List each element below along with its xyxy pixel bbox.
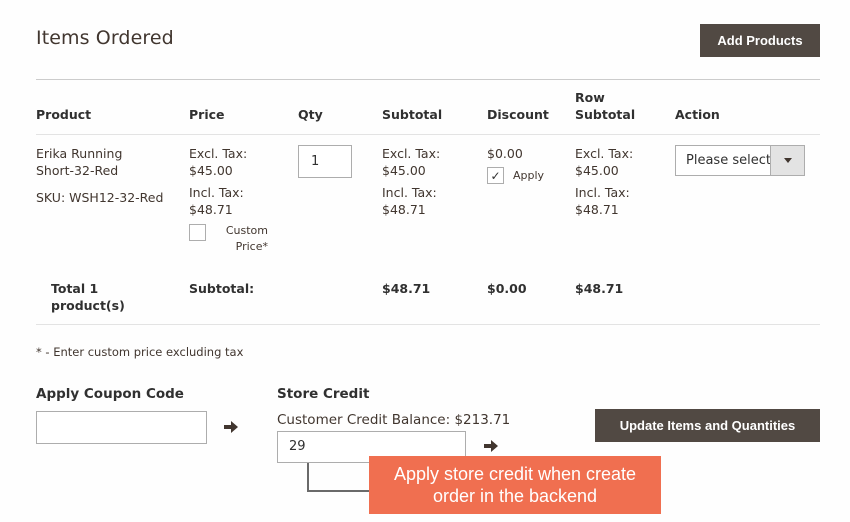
apply-credit-arrow-icon[interactable]: [484, 440, 498, 452]
product-name-line1: Erika Running: [36, 146, 123, 161]
discount-apply-checkbox[interactable]: ✓: [487, 167, 504, 184]
row-incl-label: Incl. Tax:: [575, 185, 630, 200]
subtotal-excl-value: $45.00: [382, 163, 426, 178]
row-excl-value: $45.00: [575, 163, 619, 178]
column-header-row-subtotal-line2: Subtotal: [575, 107, 636, 122]
total-products-line1: Total 1: [51, 281, 99, 296]
coupon-label: Apply Coupon Code: [36, 386, 184, 402]
column-header-row-subtotal-line1: Row: [575, 90, 605, 105]
subtotal-excl-label: Excl. Tax:: [382, 146, 441, 161]
total-products-line2: product(s): [51, 298, 125, 313]
price-incl-value: $48.71: [189, 202, 233, 217]
row-excl-label: Excl. Tax:: [575, 146, 634, 161]
row-subtotal-excl-tax: Excl. Tax: $45.00: [575, 145, 633, 179]
coupon-input[interactable]: [36, 411, 207, 444]
custom-price-label-line1: Custom: [225, 224, 268, 237]
row-subtotal-incl-tax: Incl. Tax: $48.71: [575, 184, 630, 218]
select-toggle[interactable]: [770, 146, 804, 175]
custom-price-checkbox[interactable]: [189, 224, 206, 241]
discount-apply-label: Apply: [513, 169, 545, 182]
column-header-subtotal: Subtotal: [382, 107, 443, 122]
price-incl-label: Incl. Tax:: [189, 185, 244, 200]
subtotal-incl-tax: Incl. Tax: $48.71: [382, 184, 437, 218]
add-products-button[interactable]: Add Products: [700, 24, 820, 57]
row-incl-value: $48.71: [575, 202, 619, 217]
footer-subtotal-label: Subtotal:: [189, 281, 255, 296]
subtotal-incl-label: Incl. Tax:: [382, 185, 437, 200]
footer-discount-value: $0.00: [487, 281, 527, 296]
price-excl-tax: Excl. Tax: $45.00: [189, 145, 247, 179]
product-name: Erika Running Short-32-Red: [36, 145, 122, 179]
action-select[interactable]: Please select: [675, 145, 805, 176]
subtotal-incl-value: $48.71: [382, 202, 426, 217]
apply-coupon-arrow-icon[interactable]: [224, 421, 238, 433]
footer-row-subtotal-value: $48.71: [575, 281, 624, 296]
header-divider: [36, 79, 820, 80]
total-products: Total 1 product(s): [51, 280, 125, 314]
store-credit-label: Store Credit: [277, 386, 370, 402]
custom-price-label-line2: Price*: [235, 240, 268, 253]
qty-input[interactable]: [298, 145, 352, 178]
column-header-price: Price: [189, 107, 225, 122]
column-header-qty: Qty: [298, 107, 323, 122]
price-excl-label: Excl. Tax:: [189, 146, 248, 161]
product-sku: SKU: WSH12-32-Red: [36, 190, 164, 205]
custom-price-note: * - Enter custom price excluding tax: [36, 345, 244, 359]
column-header-product: Product: [36, 107, 92, 122]
price-incl-tax: Incl. Tax: $48.71: [189, 184, 244, 218]
callout-connector: [307, 463, 372, 492]
column-header-row-subtotal: Row Subtotal: [575, 89, 635, 123]
custom-price-label: Custom Price*: [216, 223, 268, 255]
credit-balance-text: Customer Credit Balance: $213.71: [277, 412, 511, 428]
footer-subtotal-value: $48.71: [382, 281, 431, 296]
action-select-value: Please select: [686, 153, 770, 168]
section-title: Items Ordered: [36, 27, 174, 49]
discount-value: $0.00: [487, 146, 523, 161]
annotation-callout: Apply store credit when create order in …: [369, 456, 661, 514]
column-header-action: Action: [675, 107, 720, 122]
product-name-line2: Short-32-Red: [36, 163, 119, 178]
subtotal-excl-tax: Excl. Tax: $45.00: [382, 145, 440, 179]
column-header-discount: Discount: [487, 107, 549, 122]
check-icon: ✓: [490, 168, 501, 183]
update-items-button[interactable]: Update Items and Quantities: [595, 409, 820, 442]
price-excl-value: $45.00: [189, 163, 233, 178]
header-row-divider: [36, 134, 820, 135]
chevron-down-icon: [783, 158, 792, 163]
footer-divider: [36, 324, 820, 325]
